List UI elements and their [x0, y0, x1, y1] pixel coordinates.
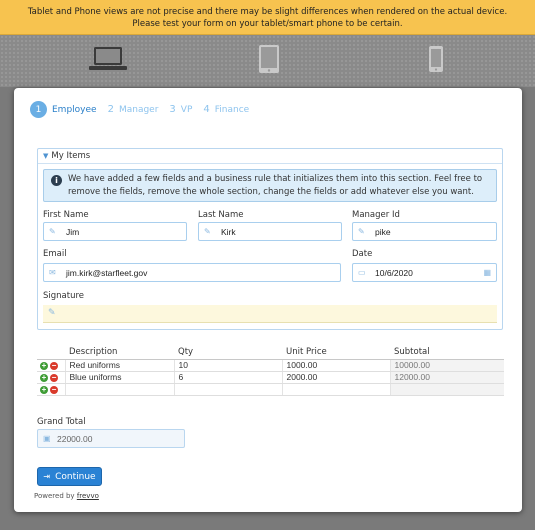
- calendar-icon: ▭: [358, 268, 366, 277]
- desktop-icon[interactable]: [88, 45, 128, 73]
- step-label: Employee: [52, 104, 97, 115]
- row-actions: + −: [37, 359, 65, 372]
- qty-cell[interactable]: [173, 383, 282, 396]
- wizard-steps: 1 Employee 2 Manager 3 VP 4 Finance: [30, 101, 260, 118]
- remove-row-icon[interactable]: −: [50, 373, 58, 382]
- info-icon: i: [51, 175, 62, 186]
- table-row: + − Red uniforms 10 1000.00 10000.00: [37, 359, 504, 372]
- column-header-qty: Qty: [174, 346, 282, 360]
- add-row-icon[interactable]: +: [40, 373, 48, 382]
- subtotal-cell: 10000.00: [389, 359, 504, 372]
- description-cell[interactable]: Blue uniforms: [64, 371, 174, 384]
- edit-icon: ✎: [358, 227, 365, 236]
- calendar-picker-icon[interactable]: ▦: [483, 268, 491, 277]
- last-name-field[interactable]: ✎ Kirk: [198, 222, 342, 241]
- step-number: 4: [203, 104, 210, 115]
- add-row-icon[interactable]: +: [40, 385, 48, 394]
- step-number: 1: [30, 101, 47, 118]
- edit-icon: ✎: [204, 227, 211, 236]
- step-number: 3: [169, 104, 176, 115]
- step-employee[interactable]: 1 Employee: [30, 101, 97, 118]
- continue-label: Continue: [55, 471, 96, 482]
- column-header-subtotal: Subtotal: [390, 346, 504, 360]
- step-vp[interactable]: 3 VP: [169, 104, 192, 115]
- signature-field[interactable]: ✎: [43, 305, 497, 323]
- description-cell[interactable]: [64, 383, 174, 396]
- email-label: Email: [43, 249, 67, 259]
- my-items-section: ▼ My Items i We have added a few fields a…: [37, 148, 503, 330]
- device-selector-bar: [0, 35, 535, 87]
- first-name-field[interactable]: ✎ Jim: [43, 222, 187, 241]
- table-header-row: Description Qty Unit Price Subtotal: [37, 346, 504, 360]
- tablet-icon[interactable]: [258, 44, 280, 74]
- info-text: We have added a few fields and a busines…: [68, 174, 483, 197]
- manager-id-field[interactable]: ✎ pike: [352, 222, 497, 241]
- manager-id-value: pike: [375, 226, 391, 237]
- continue-button[interactable]: ⇥ Continue: [37, 467, 102, 486]
- collapse-caret-icon[interactable]: ▼: [43, 152, 48, 160]
- step-label: Finance: [214, 104, 250, 115]
- first-name-value: Jim: [66, 226, 80, 237]
- remove-row-icon[interactable]: −: [50, 361, 58, 370]
- unit-price-cell[interactable]: [281, 383, 390, 396]
- table-row: + −: [37, 383, 504, 396]
- info-message: i We have added a few fields and a busin…: [43, 169, 497, 202]
- email-field[interactable]: ✉ jim.kirk@starfleet.gov: [43, 263, 341, 282]
- phone-icon[interactable]: [428, 45, 444, 73]
- step-label: VP: [180, 104, 193, 115]
- remove-row-icon[interactable]: −: [50, 385, 58, 394]
- column-header-unit-price: Unit Price: [282, 346, 390, 360]
- step-manager[interactable]: 2 Manager: [108, 104, 159, 115]
- powered-by: Powered by frevvo: [34, 492, 99, 500]
- grand-total-field: ▣ 22000.00: [37, 429, 185, 448]
- items-table: Description Qty Unit Price Subtotal + − R…: [37, 346, 504, 396]
- section-title: My Items: [51, 151, 91, 161]
- unit-price-cell[interactable]: 1000.00: [281, 359, 390, 372]
- manager-id-label: Manager Id: [352, 210, 400, 220]
- unit-price-cell[interactable]: 2000.00: [281, 371, 390, 384]
- step-finance[interactable]: 4 Finance: [203, 104, 249, 115]
- banner-line-2: Please test your form on your tablet/sma…: [132, 19, 403, 29]
- preview-warning-banner: Tablet and Phone views are not precise a…: [0, 0, 535, 35]
- pencil-icon: ✎: [48, 308, 56, 318]
- qty-cell[interactable]: 10: [173, 359, 282, 372]
- grand-total-value: 22000.00: [57, 433, 93, 444]
- form-panel: 1 Employee 2 Manager 3 VP 4 Finance ▼ My …: [14, 88, 522, 512]
- email-value: jim.kirk@starfleet.gov: [66, 267, 148, 278]
- first-name-label: First Name: [43, 210, 89, 220]
- subtotal-cell: 12000.00: [389, 371, 504, 384]
- table-row: + − Blue uniforms 6 2000.00 12000.00: [37, 371, 504, 384]
- sign-in-icon: ⇥: [43, 472, 51, 481]
- add-row-icon[interactable]: +: [40, 361, 48, 370]
- subtotal-cell: [389, 383, 504, 396]
- banner-line-1: Tablet and Phone views are not precise a…: [27, 7, 508, 17]
- last-name-label: Last Name: [198, 210, 244, 220]
- last-name-value: Kirk: [221, 226, 236, 237]
- actions-header: [37, 346, 65, 360]
- powered-prefix: Powered by: [34, 492, 75, 500]
- section-header[interactable]: ▼ My Items: [38, 149, 502, 164]
- step-number: 2: [107, 104, 114, 115]
- signature-label: Signature: [43, 291, 85, 301]
- envelope-icon: ✉: [49, 268, 56, 277]
- step-label: Manager: [118, 104, 159, 115]
- frevvo-link[interactable]: frevvo: [77, 492, 99, 500]
- date-field[interactable]: ▭ 10/6/2020 ▦: [352, 263, 497, 282]
- row-actions: + −: [37, 383, 65, 396]
- column-header-description: Description: [65, 346, 174, 360]
- money-icon: ▣: [43, 434, 51, 443]
- date-label: Date: [352, 249, 373, 259]
- description-cell[interactable]: Red uniforms: [64, 359, 174, 372]
- edit-icon: ✎: [49, 227, 56, 236]
- row-actions: + −: [37, 371, 65, 384]
- qty-cell[interactable]: 6: [173, 371, 282, 384]
- grand-total-label: Grand Total: [37, 417, 86, 427]
- date-value: 10/6/2020: [375, 267, 413, 278]
